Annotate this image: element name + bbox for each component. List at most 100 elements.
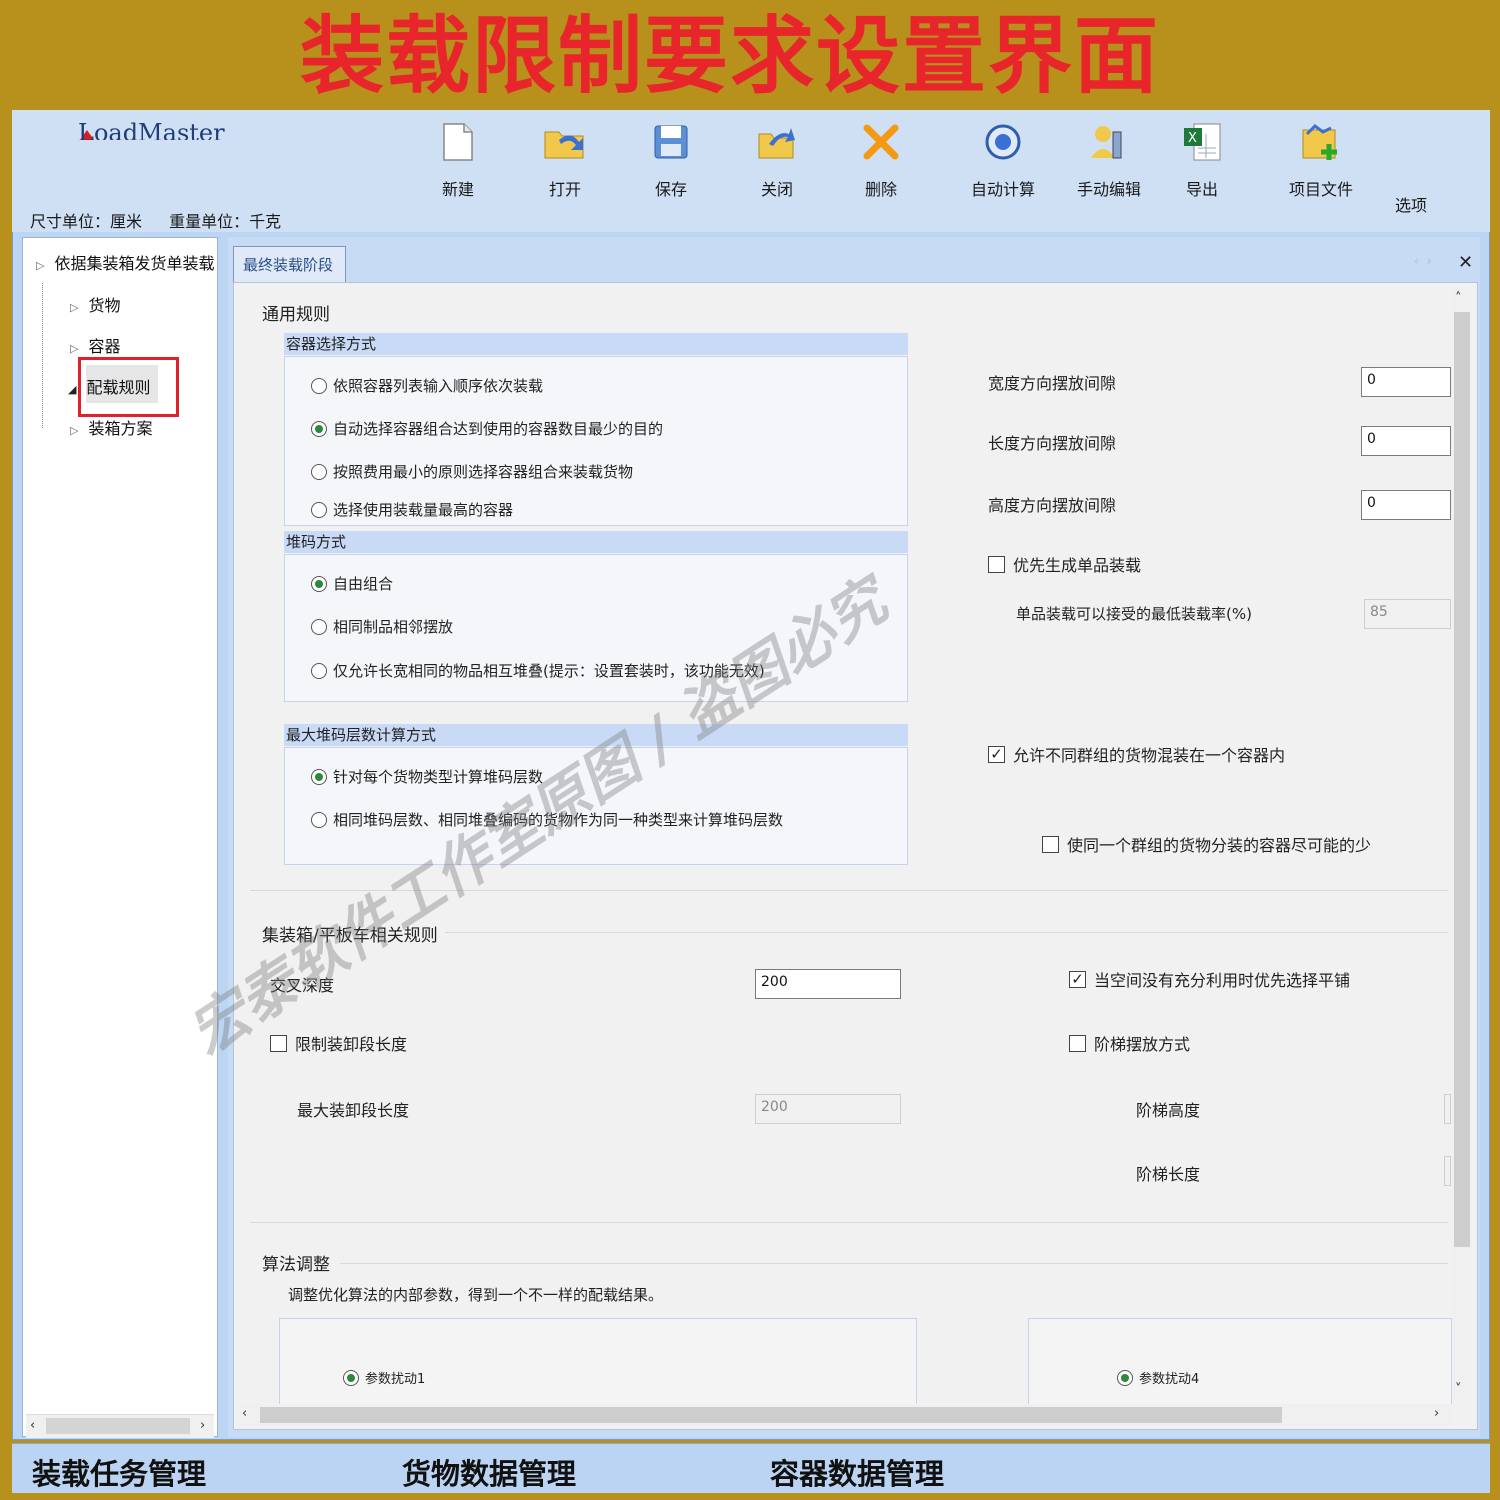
tab-container-data[interactable]: 容器数据管理 (770, 1451, 944, 1493)
scroll-right-icon[interactable]: › (1434, 1406, 1439, 1421)
step-height-label: 阶梯高度 (1136, 1101, 1201, 1120)
new-button[interactable]: 新建 (413, 120, 503, 200)
min-containers-checkbox[interactable]: 使同一个群组的货物分装的容器尽可能的少 (1042, 832, 1371, 856)
open-button[interactable]: 打开 (520, 120, 610, 200)
checkbox-icon (1042, 835, 1059, 853)
gap-height-label: 高度方向摆放间隙 (988, 496, 1117, 515)
collapse-arrow-icon: ◢ (68, 383, 77, 396)
gap-height-input[interactable]: 0 (1361, 490, 1451, 520)
algorithm-description: 调整优化算法的内部参数，得到一个不一样的配载结果。 (288, 1286, 664, 1304)
max-layers-header: 最大堆码层数计算方式 (284, 724, 908, 746)
step-placement-checkbox[interactable]: 阶梯摆放方式 (1069, 1031, 1190, 1055)
scroll-left-icon[interactable]: ‹ (242, 1406, 247, 1421)
radio-selected-icon (343, 1369, 359, 1386)
container-selection-header: 容器选择方式 (284, 333, 908, 355)
gap-length-input[interactable]: 0 (1361, 426, 1451, 456)
algorithm-group-right (1028, 1318, 1452, 1408)
cross-depth-label: 交叉深度 (270, 976, 335, 995)
checkbox-icon (1069, 1034, 1086, 1052)
general-rules-title: 通用规则 (262, 305, 330, 325)
radio-container-order[interactable]: 依照容器列表输入顺序依次装载 (311, 375, 543, 396)
close-button[interactable]: 关闭 (732, 120, 822, 200)
max-section-input[interactable]: 200 (755, 1094, 901, 1124)
size-unit-label: 尺寸单位：厘米 (30, 212, 143, 231)
radio-icon (311, 662, 327, 679)
max-layers-group (284, 747, 908, 865)
radio-icon (311, 618, 327, 635)
expand-arrow-icon: ▷ (70, 424, 79, 437)
tab-goods-data[interactable]: 货物数据管理 (402, 1451, 576, 1493)
export-button[interactable]: X 导出 (1157, 120, 1247, 200)
step-height-input[interactable] (1444, 1094, 1451, 1124)
app-logo: LoadMaster (78, 119, 225, 140)
scroll-down-icon[interactable]: ˅ (1455, 1382, 1462, 1397)
checkbox-icon (988, 555, 1005, 573)
max-section-label: 最大装卸段长度 (297, 1101, 410, 1120)
radio-selected-icon (311, 420, 327, 437)
scroll-left-icon[interactable]: ‹ (30, 1418, 35, 1433)
excel-export-icon: X (1180, 120, 1224, 164)
radio-container-max-load[interactable]: 选择使用装载量最高的容器 (311, 499, 513, 520)
checkbox-icon (270, 1034, 287, 1052)
delete-button[interactable]: 删除 (836, 120, 926, 200)
radio-stacking-same-size[interactable]: 仅允许长宽相同的物品相互堆叠(提示：设置套装时，该功能无效) (311, 660, 765, 681)
algorithm-title: 算法调整 (262, 1255, 330, 1275)
radio-stacking-free[interactable]: 自由组合 (311, 573, 393, 594)
checkbox-checked-icon: ✓ (988, 745, 1005, 763)
expand-arrow-icon: ▷ (36, 259, 45, 272)
radio-selected-icon (311, 575, 327, 592)
radio-selected-icon (1117, 1369, 1133, 1386)
expand-arrow-icon: ▷ (70, 342, 79, 355)
new-document-icon (436, 120, 480, 164)
delete-x-icon (859, 120, 903, 164)
radio-layers-by-code[interactable]: 相同堆码层数、相同堆叠编码的货物作为同一种类型来计算堆码层数 (311, 809, 783, 830)
options-button[interactable]: 选项 (1366, 180, 1456, 216)
tree-scroll-thumb[interactable] (46, 1418, 190, 1434)
prefer-flat-checkbox[interactable]: ✓ 当空间没有充分利用时优先选择平铺 (1069, 967, 1350, 991)
save-button[interactable]: 保存 (626, 120, 716, 200)
cross-depth-input[interactable]: 200 (755, 969, 901, 999)
algorithm-group-left (279, 1318, 917, 1408)
radio-icon (311, 377, 327, 394)
radio-param-1[interactable]: 参数扰动1 (343, 1368, 425, 1387)
min-rate-input[interactable]: 85 (1364, 599, 1451, 629)
auto-calc-button[interactable]: 自动计算 (958, 120, 1048, 200)
vertical-scroll-thumb[interactable] (1454, 312, 1470, 1247)
radio-container-min-cost[interactable]: 按照费用最小的原则选择容器组合来装载货物 (311, 461, 633, 482)
radio-stacking-adjacent[interactable]: 相同制品相邻摆放 (311, 616, 453, 637)
min-rate-label: 单品装载可以接受的最低装载率(%) (1016, 605, 1252, 623)
limit-section-checkbox[interactable]: 限制装卸段长度 (270, 1031, 407, 1055)
single-product-checkbox[interactable]: 优先生成单品装载 (988, 552, 1141, 576)
gap-width-label: 宽度方向摆放间隙 (988, 374, 1117, 393)
tree-item-containers[interactable]: ▷ 容器 (70, 333, 120, 357)
project-file-button[interactable]: 项目文件 (1276, 120, 1366, 200)
radio-selected-icon (311, 768, 327, 785)
page-title: 装载限制要求设置界面 (299, 7, 1160, 105)
stacking-header: 堆码方式 (284, 531, 908, 553)
step-length-input[interactable] (1444, 1156, 1451, 1186)
radio-icon (311, 811, 327, 828)
manual-edit-icon (1087, 120, 1131, 164)
svg-text:X: X (1188, 131, 1197, 146)
highlight-box (78, 357, 179, 417)
tree-root[interactable]: ▷ 依据集装箱发货单装载 (36, 250, 214, 274)
open-folder-icon (543, 120, 587, 164)
radio-icon (311, 463, 327, 480)
radio-icon (311, 501, 327, 518)
manual-edit-button[interactable]: 手动编辑 (1064, 120, 1154, 200)
container-rules-title: 集装箱/平板车相关规则 (262, 926, 438, 946)
mix-groups-checkbox[interactable]: ✓ 允许不同群组的货物混装在一个容器内 (988, 742, 1285, 766)
tree-item-goods[interactable]: ▷ 货物 (70, 292, 120, 316)
radio-param-4[interactable]: 参数扰动4 (1117, 1368, 1199, 1387)
tab-loading-tasks[interactable]: 装载任务管理 (32, 1451, 206, 1493)
tab-nav-arrows-icon[interactable]: ‹› (1414, 254, 1440, 268)
scroll-right-icon[interactable]: › (200, 1418, 205, 1433)
tab-final-loading-stage[interactable]: 最终装载阶段 (233, 246, 346, 282)
horizontal-scroll-thumb[interactable] (260, 1407, 1282, 1423)
scroll-up-icon[interactable]: ˄ (1455, 291, 1462, 306)
radio-layers-per-type[interactable]: 针对每个货物类型计算堆码层数 (311, 766, 543, 787)
gap-width-input[interactable]: 0 (1361, 367, 1451, 397)
tree-item-packing-plan[interactable]: ▷ 装箱方案 (70, 415, 152, 439)
radio-container-min-count[interactable]: 自动选择容器组合达到使用的容器数目最少的目的 (311, 418, 663, 439)
close-tab-icon[interactable]: ✕ (1458, 252, 1473, 273)
